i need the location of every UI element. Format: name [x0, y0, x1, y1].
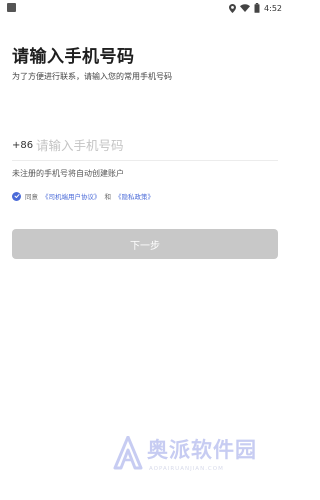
page-title: 请输入手机号码 — [12, 47, 135, 67]
agreement-prefix: 同意 — [25, 193, 38, 201]
checkmark-icon — [14, 194, 19, 198]
battery-icon — [254, 3, 260, 13]
page-subtitle: 为了方便进行联系，请输入您的常用手机号码 — [12, 72, 172, 81]
country-code[interactable]: +86 — [12, 140, 36, 151]
auto-register-notice: 未注册的手机号将自动创建账户 — [12, 169, 124, 178]
agreement-checkbox[interactable] — [12, 191, 21, 201]
watermark-url: AOPAIRUANJIAN.COM — [149, 466, 224, 472]
location-icon — [229, 3, 237, 13]
next-button[interactable]: 下一步 — [12, 229, 278, 259]
clock-time: 4:52 — [264, 3, 282, 13]
status-bar-right: 4:52 — [229, 2, 282, 14]
phone-input[interactable] — [36, 137, 256, 153]
agreement-connector: 和 — [104, 193, 112, 201]
agreement-row: 同意 《司机端用户协议》 和 《隐私政策》 — [12, 191, 154, 201]
watermark-text: 奥派软件园 — [147, 438, 257, 462]
status-bar: 4:52 — [0, 0, 290, 16]
user-agreement-link[interactable]: 《司机端用户协议》 — [42, 191, 101, 201]
privacy-policy-link[interactable]: 《隐私政策》 — [115, 191, 154, 201]
watermark-logo-icon — [113, 436, 143, 470]
notification-square-icon — [7, 3, 16, 12]
watermark: 奥派软件园 AOPAIRUANJIAN.COM — [113, 434, 283, 484]
wifi-icon — [240, 4, 251, 12]
phone-input-row: +86 — [12, 130, 278, 161]
